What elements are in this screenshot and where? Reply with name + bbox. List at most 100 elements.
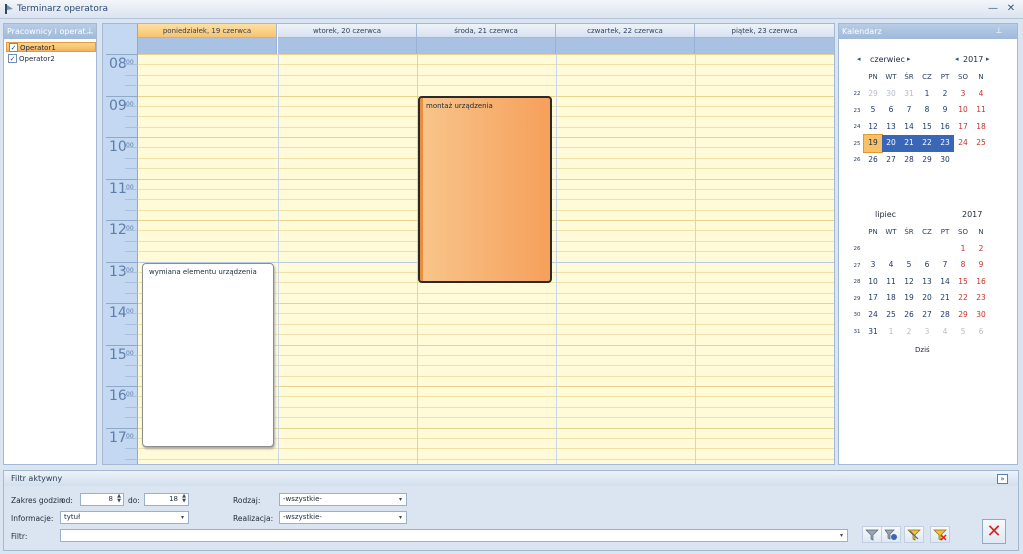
calendar-day[interactable]: 29 — [954, 307, 972, 324]
operator-item-2[interactable]: ✓ Operator2 — [6, 54, 96, 64]
all-day-cell-3[interactable] — [417, 38, 556, 54]
close-button[interactable]: ✕ — [982, 519, 1006, 544]
from-hour-stepper-icon[interactable]: ▲ ▼ — [115, 494, 123, 505]
filter-icon[interactable] — [862, 526, 882, 543]
collapse-icon[interactable]: » — [997, 474, 1008, 484]
info-select[interactable]: tytuł ▾ — [60, 511, 189, 524]
calendar-day[interactable]: 6 — [882, 102, 900, 119]
calendar-day[interactable]: 17 — [864, 290, 882, 307]
day-header-4[interactable]: czwartek, 22 czerwca — [556, 24, 695, 38]
calendar-day[interactable]: 18 — [882, 290, 900, 307]
all-day-cell-1[interactable] — [138, 38, 277, 54]
calendar-day[interactable]: 11 — [882, 274, 900, 291]
calendar-day[interactable]: 19 — [863, 134, 883, 153]
calendar-day[interactable]: 30 — [936, 152, 954, 169]
calendar-day[interactable]: 24 — [864, 307, 882, 324]
calendar-day[interactable]: 26 — [900, 307, 918, 324]
realization-select[interactable]: -wszystkie- ▾ — [279, 511, 407, 524]
calendar-day[interactable]: 6 — [918, 257, 936, 274]
calendar-day[interactable]: 8 — [918, 102, 936, 119]
calendar-day[interactable]: 4 — [936, 324, 954, 341]
calendar-pin-icon[interactable]: ⊥ — [994, 26, 1004, 36]
filter-edit-icon[interactable] — [881, 526, 901, 543]
calendar-day[interactable]: 24 — [954, 135, 972, 152]
filter-apply-icon[interactable] — [904, 526, 924, 543]
kind-select[interactable]: -wszystkie- ▾ — [279, 493, 407, 506]
calendar-day[interactable]: 27 — [882, 152, 900, 169]
calendar-day[interactable]: 29 — [918, 152, 936, 169]
calendar-day[interactable]: 22 — [918, 135, 936, 152]
calendar-day[interactable]: 27 — [918, 307, 936, 324]
calendar-day[interactable]: 9 — [972, 257, 990, 274]
calendar-day[interactable]: 21 — [900, 135, 918, 152]
all-day-cell-2[interactable] — [278, 38, 417, 54]
window-close-button[interactable]: ✕ — [1004, 3, 1018, 16]
pin-icon[interactable]: ⊥ — [85, 26, 95, 36]
calendar-day[interactable]: 10 — [864, 274, 882, 291]
calendar-day[interactable]: 7 — [900, 102, 918, 119]
calendar-day[interactable]: 17 — [954, 119, 972, 136]
month-grid-czerwiec[interactable]: PN WT ŚR CZ PT SO N 29 30 31 1 2 3 4 5 6 7 8 9 10 11 12 13 14 15… — [863, 69, 1002, 169]
next-year-icon[interactable]: ▸ — [986, 55, 990, 63]
appointment-wymiana[interactable]: wymiana elementu urządzenia — [142, 263, 274, 447]
calendar-day[interactable]: 21 — [936, 290, 954, 307]
calendar-day[interactable]: 3 — [918, 324, 936, 341]
filter-clear-icon[interactable] — [930, 526, 950, 543]
calendar-day[interactable]: 13 — [882, 119, 900, 136]
calendar-day[interactable]: 9 — [936, 102, 954, 119]
calendar-day[interactable]: 2 — [936, 86, 954, 103]
all-day-cell-4[interactable] — [556, 38, 695, 54]
calendar-day[interactable]: 28 — [936, 307, 954, 324]
calendar-day[interactable]: 13 — [918, 274, 936, 291]
calendar-day[interactable]: 28 — [900, 152, 918, 169]
operator-2-checkbox[interactable]: ✓ — [8, 54, 17, 63]
calendar-day[interactable]: 1 — [954, 241, 972, 258]
calendar-day[interactable]: 25 — [972, 135, 990, 152]
calendar-day[interactable]: 30 — [972, 307, 990, 324]
day-header-2[interactable]: wtorek, 20 czerwca — [278, 24, 417, 38]
calendar-day[interactable]: 19 — [900, 290, 918, 307]
calendar-day[interactable]: 26 — [864, 152, 882, 169]
calendar-day[interactable]: 20 — [882, 135, 900, 152]
calendar-day[interactable]: 3 — [864, 257, 882, 274]
calendar-day[interactable]: 4 — [882, 257, 900, 274]
calendar-day[interactable]: 23 — [972, 290, 990, 307]
filter-input[interactable]: ▾ — [60, 529, 848, 542]
calendar-day[interactable]: 31 — [900, 86, 918, 103]
calendar-day[interactable]: 3 — [954, 86, 972, 103]
prev-year-icon[interactable]: ◂ — [955, 55, 959, 63]
calendar-day[interactable]: 7 — [936, 257, 954, 274]
calendar-day[interactable]: 4 — [972, 86, 990, 103]
calendar-day[interactable]: 5 — [954, 324, 972, 341]
calendar-day[interactable]: 16 — [936, 119, 954, 136]
calendar-day[interactable]: 2 — [972, 241, 990, 258]
operator-item-1[interactable]: ✓ Operator1 — [6, 42, 96, 52]
to-hour-stepper-icon[interactable]: ▲ ▼ — [180, 494, 188, 505]
calendar-day[interactable]: 10 — [954, 102, 972, 119]
next-month-icon[interactable]: ▸ — [907, 55, 911, 63]
scheduler-view[interactable]: 08 00 09 00 10 00 11 00 12 00 13 00 14 00 15 00 16 00 17 00… — [102, 23, 835, 465]
calendar-day[interactable]: 5 — [900, 257, 918, 274]
calendar-day[interactable]: 5 — [864, 102, 882, 119]
calendar-day[interactable]: 2 — [900, 324, 918, 341]
calendar-day[interactable]: 6 — [972, 324, 990, 341]
calendar-day[interactable]: 30 — [882, 86, 900, 103]
calendar-day[interactable]: 12 — [900, 274, 918, 291]
prev-month-icon[interactable]: ◂ — [857, 55, 861, 63]
calendar-day[interactable]: 8 — [954, 257, 972, 274]
today-button[interactable]: Dziś — [915, 346, 930, 354]
calendar-day[interactable]: 20 — [918, 290, 936, 307]
calendar-day[interactable]: 31 — [864, 324, 882, 341]
all-day-cell-5[interactable] — [695, 38, 834, 54]
calendar-day[interactable]: 15 — [918, 119, 936, 136]
calendar-day[interactable]: 14 — [936, 274, 954, 291]
day-header-3[interactable]: środa, 21 czerwca — [417, 24, 556, 38]
minimize-button[interactable]: — — [986, 3, 1000, 16]
day-header-5[interactable]: piątek, 23 czerwca — [695, 24, 834, 38]
day-header-1[interactable]: poniedziałek, 19 czerwca — [138, 24, 277, 38]
calendar-day[interactable]: 16 — [972, 274, 990, 291]
operator-1-checkbox[interactable]: ✓ — [9, 43, 18, 52]
calendar-day[interactable]: 18 — [972, 119, 990, 136]
calendar-day[interactable]: 22 — [954, 290, 972, 307]
calendar-day[interactable]: 11 — [972, 102, 990, 119]
